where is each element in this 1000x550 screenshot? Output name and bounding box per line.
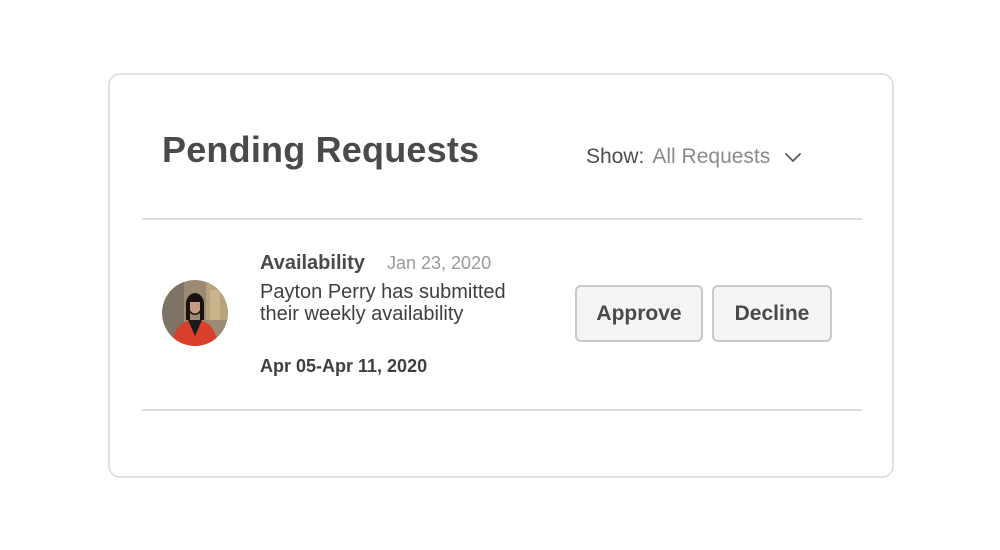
filter-label: Show: (586, 145, 645, 168)
chevron-down-icon[interactable] (784, 151, 802, 163)
filter-selected-value: All Requests (652, 145, 771, 168)
panel-title: Pending Requests (162, 129, 480, 170)
request-date: Jan 23, 2020 (387, 253, 492, 273)
approve-button[interactable]: Approve (575, 285, 703, 342)
request-type: Availability (260, 252, 365, 274)
decline-button[interactable]: Decline (712, 285, 832, 342)
request-date-range: Apr 05-Apr 11, 2020 (260, 356, 428, 376)
header-divider (142, 218, 862, 220)
user-avatar (162, 280, 228, 346)
request-filter-dropdown[interactable]: Show: All Requests (586, 145, 802, 169)
request-message: Payton Perry has submitted their weekly … (260, 281, 506, 325)
row-divider (142, 409, 862, 411)
pending-requests-card: Pending Requests Show: All Requests Avai… (108, 73, 894, 478)
page: Pending Requests Show: All Requests Avai… (0, 0, 1000, 550)
